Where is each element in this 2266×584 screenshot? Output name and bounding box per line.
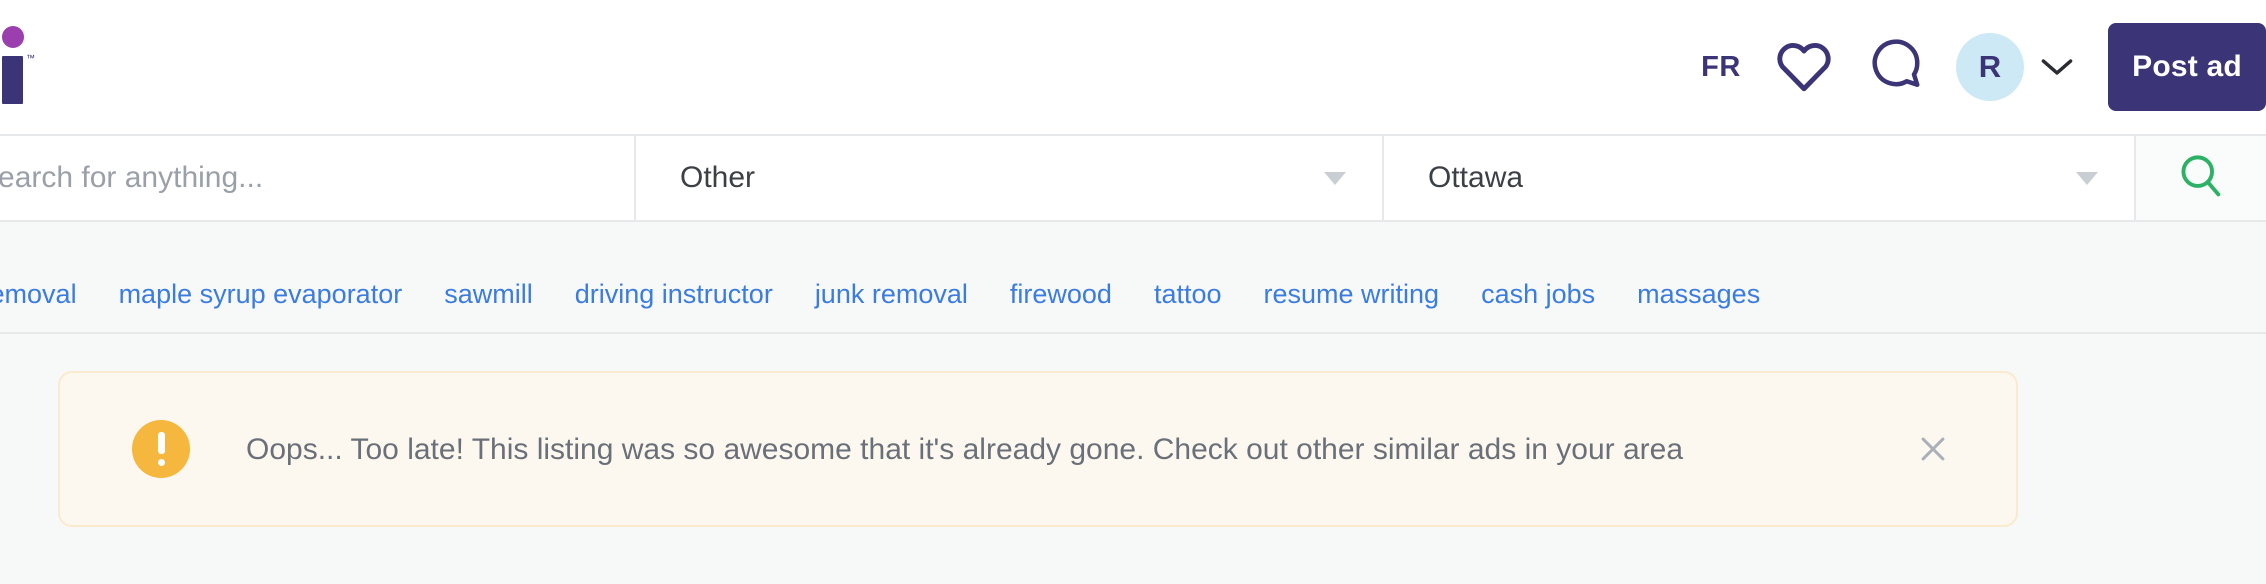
- exclamation-circle-icon: [132, 420, 190, 478]
- site-header: ™ FR R Post ad: [0, 0, 2266, 134]
- trending-link[interactable]: sawmill: [444, 279, 533, 310]
- trending-link[interactable]: tattoo: [1154, 279, 1222, 310]
- language-toggle[interactable]: FR: [1684, 32, 1758, 102]
- trending-searches-bar: snow removal maple syrup evaporator sawm…: [0, 256, 2266, 334]
- trending-link[interactable]: snow removal: [0, 279, 77, 310]
- trending-link[interactable]: driving instructor: [575, 279, 773, 310]
- location-select[interactable]: Ottawa: [1384, 136, 2136, 220]
- chat-bubble-icon: [1866, 35, 1926, 100]
- caret-down-icon: [2076, 171, 2098, 185]
- trending-link[interactable]: massages: [1637, 279, 1760, 310]
- listing-gone-alert: Oops... Too late! This listing was so aw…: [58, 371, 2018, 527]
- trending-link[interactable]: cash jobs: [1481, 279, 1595, 310]
- category-select-value: Other: [680, 161, 756, 194]
- logo-stem-icon: [2, 56, 23, 104]
- account-menu[interactable]: R: [1956, 33, 2080, 101]
- chevron-down-icon[interactable]: [2034, 44, 2080, 90]
- heart-icon: [1773, 36, 1835, 99]
- avatar[interactable]: R: [1956, 33, 2024, 101]
- kijiji-logo[interactable]: ™: [0, 26, 44, 104]
- page-root: ™ FR R Post ad Search for anything... Ot…: [0, 0, 2266, 584]
- search-bar: Other Ottawa: [0, 134, 2266, 222]
- trending-links: snow removal maple syrup evaporator sawm…: [0, 279, 1760, 310]
- close-icon[interactable]: [1910, 426, 1956, 472]
- search-input[interactable]: [0, 160, 614, 196]
- trending-link[interactable]: junk removal: [815, 279, 968, 310]
- trending-link[interactable]: firewood: [1010, 279, 1112, 310]
- alert-message: Oops... Too late! This listing was so aw…: [246, 432, 1683, 466]
- trending-link[interactable]: resume writing: [1264, 279, 1440, 310]
- favorites-button[interactable]: [1758, 25, 1850, 109]
- search-icon: [2175, 150, 2227, 207]
- header-nav: FR R Post ad: [1684, 0, 2266, 134]
- exclamation-mark: [157, 432, 165, 466]
- trending-link[interactable]: maple syrup evaporator: [119, 279, 403, 310]
- logo-dot-icon: [2, 26, 24, 48]
- post-ad-button[interactable]: Post ad: [2108, 23, 2266, 111]
- search-input-cell[interactable]: [0, 136, 636, 220]
- category-select[interactable]: Other: [636, 136, 1384, 220]
- search-submit-button[interactable]: [2136, 136, 2266, 220]
- location-select-value: Ottawa: [1428, 161, 1524, 194]
- messages-button[interactable]: [1850, 25, 1942, 109]
- caret-down-icon: [1324, 171, 1346, 185]
- logo-trademark: ™: [26, 53, 35, 63]
